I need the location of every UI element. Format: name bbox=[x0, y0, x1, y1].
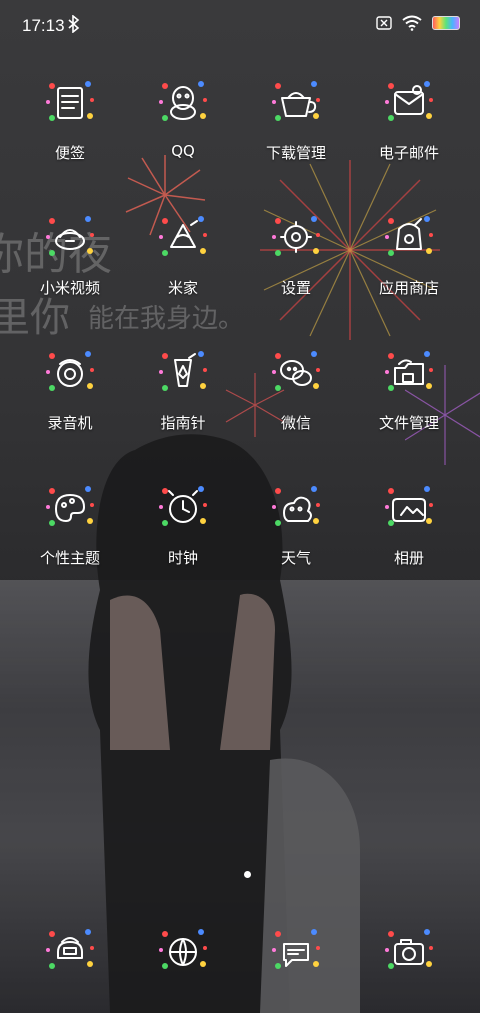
app-store-icon bbox=[385, 216, 433, 256]
app-label: 米家 bbox=[167, 279, 198, 297]
app-qq[interactable]: QQ bbox=[128, 72, 238, 160]
clock-icon bbox=[159, 486, 207, 526]
gallery-icon bbox=[385, 486, 433, 526]
app-label: 设置 bbox=[280, 279, 311, 297]
compass-icon bbox=[159, 351, 207, 391]
app-recorder[interactable]: 录音机 bbox=[15, 342, 125, 433]
app-settings[interactable]: 设置 bbox=[241, 207, 351, 298]
home-screen: 你的夜 里你 能在我身边。 17:13 便签 QQ 下载管理 电子邮件 小米视频… bbox=[0, 0, 480, 1013]
dock bbox=[0, 920, 480, 990]
app-file-manager[interactable]: 文件管理 bbox=[354, 342, 464, 433]
app-label: 电子邮件 bbox=[378, 144, 439, 162]
app-mijia[interactable]: 米家 bbox=[128, 207, 238, 298]
weather-icon bbox=[272, 486, 320, 526]
app-label: QQ bbox=[171, 142, 195, 160]
app-compass[interactable]: 指南针 bbox=[128, 342, 238, 433]
app-label: 下载管理 bbox=[265, 144, 326, 162]
app-label: 便签 bbox=[54, 144, 85, 162]
video-icon bbox=[46, 216, 94, 256]
dock-camera[interactable] bbox=[354, 920, 464, 980]
download-manager-icon bbox=[272, 81, 320, 121]
app-label: 录音机 bbox=[47, 414, 93, 432]
app-label: 微信 bbox=[280, 414, 311, 432]
email-icon bbox=[385, 81, 433, 121]
themes-icon bbox=[46, 486, 94, 526]
page-dot-active[interactable] bbox=[244, 871, 251, 878]
app-notes[interactable]: 便签 bbox=[15, 72, 125, 163]
app-label: 个性主题 bbox=[39, 549, 100, 567]
notes-icon bbox=[46, 81, 94, 121]
dock-phone[interactable] bbox=[15, 920, 125, 980]
camera-icon bbox=[385, 929, 433, 969]
app-label: 天气 bbox=[280, 549, 311, 567]
messages-icon bbox=[272, 929, 320, 969]
app-email[interactable]: 电子邮件 bbox=[354, 72, 464, 163]
app-label: 指南针 bbox=[160, 414, 206, 432]
status-time: 17:13 bbox=[22, 16, 65, 35]
dock-messages[interactable] bbox=[241, 920, 351, 980]
app-video[interactable]: 小米视频 bbox=[15, 207, 125, 298]
wechat-icon bbox=[272, 351, 320, 391]
app-label: 相册 bbox=[393, 549, 424, 567]
battery-icon bbox=[432, 16, 460, 30]
status-bar: 17:13 bbox=[0, 0, 480, 52]
wallpaper-text-line3: 能在我身边。 bbox=[88, 304, 245, 334]
wifi-icon bbox=[402, 15, 422, 31]
qq-icon bbox=[159, 81, 207, 121]
bluetooth-icon bbox=[68, 15, 80, 33]
app-wechat[interactable]: 微信 bbox=[241, 342, 351, 433]
app-label: 时钟 bbox=[167, 549, 198, 567]
browser-icon bbox=[159, 929, 207, 969]
app-gallery[interactable]: 相册 bbox=[354, 477, 464, 568]
app-label: 应用商店 bbox=[378, 279, 439, 297]
settings-icon bbox=[272, 216, 320, 256]
app-clock[interactable]: 时钟 bbox=[128, 477, 238, 568]
app-themes[interactable]: 个性主题 bbox=[15, 477, 125, 568]
recorder-icon bbox=[46, 351, 94, 391]
mijia-icon bbox=[159, 216, 207, 256]
no-sim-icon bbox=[376, 16, 392, 30]
app-label: 文件管理 bbox=[378, 414, 439, 432]
page-indicator[interactable] bbox=[0, 870, 480, 880]
app-download-manager[interactable]: 下载管理 bbox=[241, 72, 351, 163]
app-app-store[interactable]: 应用商店 bbox=[354, 207, 464, 298]
dock-browser[interactable] bbox=[128, 920, 238, 980]
phone-icon bbox=[46, 929, 94, 969]
app-label: 小米视频 bbox=[39, 279, 100, 297]
app-weather[interactable]: 天气 bbox=[241, 477, 351, 568]
file-manager-icon bbox=[385, 351, 433, 391]
